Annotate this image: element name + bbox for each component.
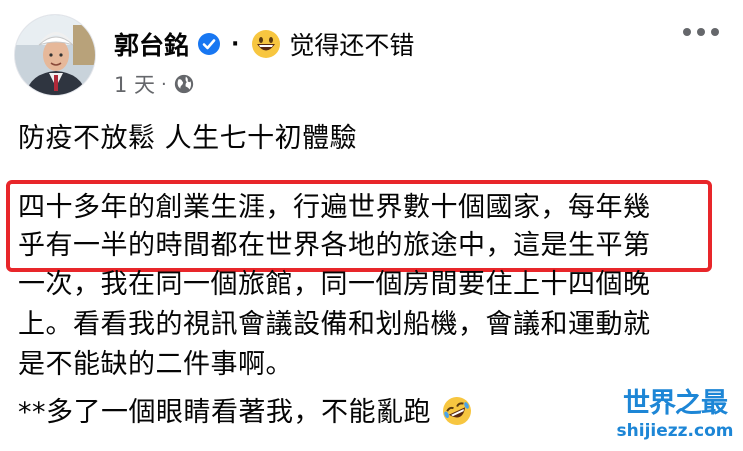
verified-badge-icon	[198, 33, 221, 55]
rolling-laughing-emoji-icon	[443, 397, 472, 425]
post-timestamp[interactable]: 1 天	[114, 69, 155, 99]
post-body-line: 是不能缺的二件事啊。	[18, 349, 293, 380]
post-meta: 1 天 ·	[114, 70, 195, 98]
post-body-line: 一次，我在同一個旅館，同一個房間要住上十四個晚	[18, 269, 651, 300]
header-separator: ·	[231, 31, 240, 57]
globe-icon[interactable]	[173, 73, 195, 95]
post-footer-line: **多了一個眼睛看著我，不能亂跑	[18, 396, 472, 429]
more-dot	[711, 28, 719, 36]
more-dot	[683, 28, 691, 36]
more-dot	[697, 28, 705, 36]
more-options-icon[interactable]	[683, 28, 719, 36]
post-header: 郭台銘 · 觉得还不错 1 天 ·	[0, 0, 743, 110]
feeling-label[interactable]: 觉得还不错	[289, 26, 414, 62]
post-title-line: 防疫不放鬆 人生七十初體驗	[18, 123, 358, 154]
watermark-url: shijiezz.com	[616, 421, 734, 441]
author-row: 郭台銘 · 觉得还不错	[114, 26, 414, 62]
post-body-line: 四十多年的創業生涯，行遍世界數十個國家，每年幾	[18, 192, 651, 223]
author-name[interactable]: 郭台銘	[114, 26, 189, 62]
author-avatar[interactable]	[14, 14, 96, 96]
watermark-title: 世界之最	[623, 388, 728, 419]
post-footer-text: **多了一個眼睛看著我，不能亂跑	[18, 397, 431, 428]
meta-separator: ·	[161, 73, 167, 95]
site-watermark: 世界之最 shijiezz.com	[612, 388, 738, 446]
avatar-portrait	[15, 15, 95, 95]
post-body-line: 乎有一半的時間都在世界各地的旅途中，這是生平第	[18, 230, 651, 261]
grinning-face-emoji-icon	[252, 30, 281, 58]
post-body-line: 上。看看我的視訊會議設備和划船機，會議和運動就	[18, 309, 651, 340]
